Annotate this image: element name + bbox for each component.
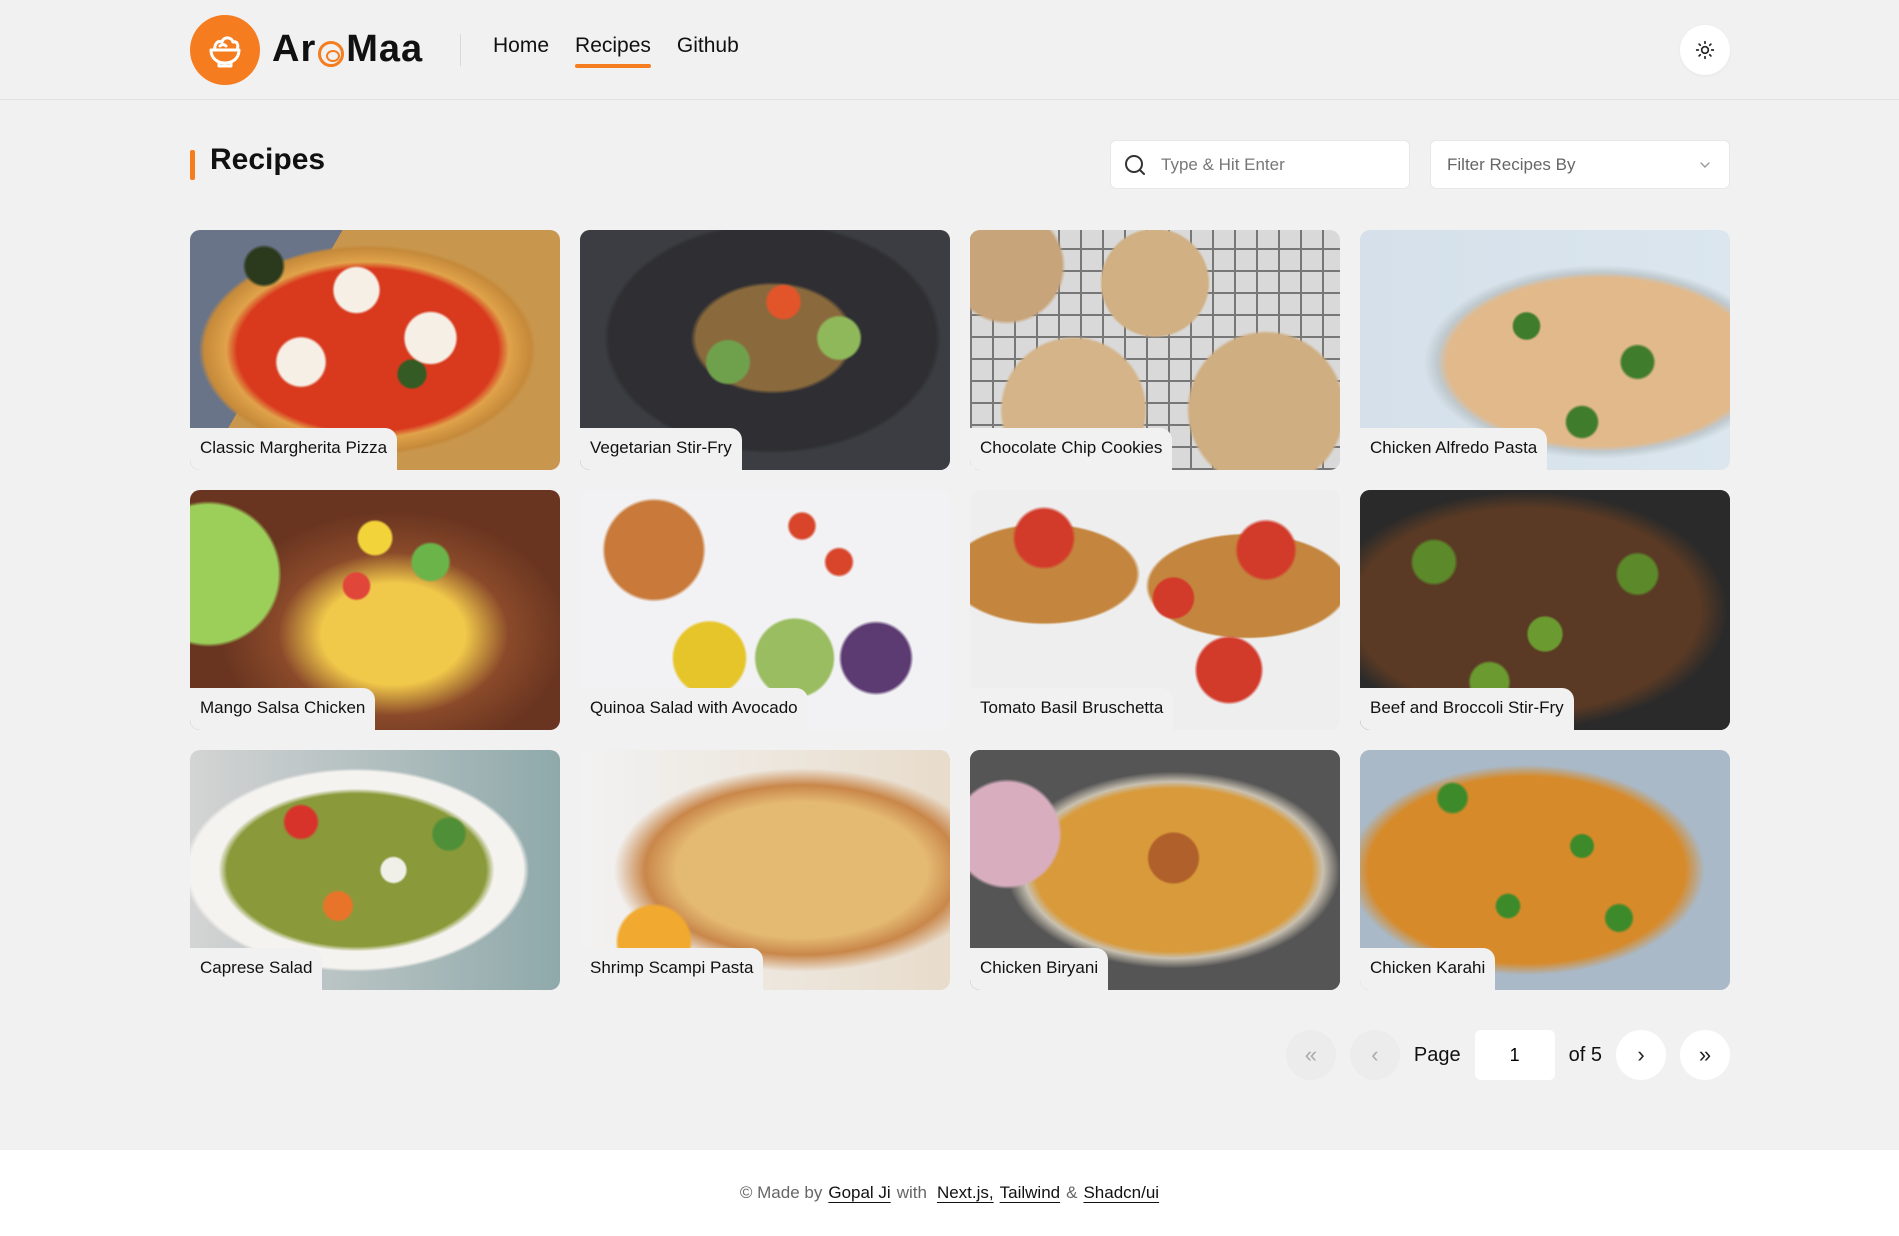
recipe-card[interactable]: Quinoa Salad with Avocado bbox=[580, 490, 950, 730]
brand-name-prefix: Ar bbox=[272, 27, 317, 70]
recipe-title: Chicken Alfredo Pasta bbox=[1360, 428, 1548, 470]
brand-name-suffix: Maa bbox=[346, 27, 424, 70]
tailwind-link[interactable]: Tailwind bbox=[1000, 1183, 1060, 1203]
filter-select[interactable]: Filter Recipes By bbox=[1430, 140, 1730, 189]
recipe-card[interactable]: Vegetarian Stir-Fry bbox=[580, 230, 950, 470]
chevron-right-icon: › bbox=[1637, 1042, 1645, 1067]
double-chevron-left-icon: « bbox=[1304, 1042, 1318, 1067]
recipe-card[interactable]: Caprese Salad bbox=[190, 750, 560, 990]
total-pages-label: of 5 bbox=[1568, 1043, 1602, 1066]
site-header: Ar Maa Home Recipes Github bbox=[0, 0, 1899, 100]
salad-bowl-icon bbox=[209, 36, 241, 68]
theme-toggle-button[interactable] bbox=[1680, 25, 1730, 75]
logo-badge[interactable] bbox=[190, 15, 260, 85]
nextjs-link[interactable]: Next.js, bbox=[937, 1183, 994, 1203]
nav-recipes[interactable]: Recipes bbox=[575, 34, 651, 68]
pagination: « ‹ Page of 5 › » bbox=[1285, 1030, 1730, 1080]
search-icon bbox=[1123, 153, 1147, 177]
brand-o-icon bbox=[318, 41, 345, 67]
recipe-title: Caprese Salad bbox=[190, 948, 323, 990]
nav-divider bbox=[460, 34, 461, 66]
main-nav: Home Recipes Github bbox=[493, 34, 739, 68]
recipe-title: Chicken Biryani bbox=[970, 948, 1109, 990]
title-accent-bar bbox=[190, 150, 195, 180]
recipe-title: Vegetarian Stir-Fry bbox=[580, 428, 742, 470]
recipe-grid: Classic Margherita Pizza Vegetarian Stir… bbox=[190, 230, 1730, 990]
recipe-title: Shrimp Scampi Pasta bbox=[580, 948, 764, 990]
nav-github[interactable]: Github bbox=[677, 34, 739, 64]
recipe-card[interactable]: Chocolate Chip Cookies bbox=[970, 230, 1340, 470]
shadcn-link[interactable]: Shadcn/ui bbox=[1083, 1183, 1159, 1203]
filter-placeholder: Filter Recipes By bbox=[1447, 154, 1576, 174]
recipe-title: Tomato Basil Bruschetta bbox=[970, 688, 1174, 730]
first-page-button[interactable]: « bbox=[1285, 1030, 1336, 1080]
page-label: Page bbox=[1413, 1043, 1461, 1066]
recipe-card[interactable]: Tomato Basil Bruschetta bbox=[970, 490, 1340, 730]
recipe-card[interactable]: Chicken Biryani bbox=[970, 750, 1340, 990]
last-page-button[interactable]: » bbox=[1680, 1030, 1730, 1080]
recipe-title: Classic Margherita Pizza bbox=[190, 428, 398, 470]
recipe-title: Chocolate Chip Cookies bbox=[970, 428, 1173, 470]
footer-with: with bbox=[896, 1183, 927, 1202]
recipe-title: Beef and Broccoli Stir-Fry bbox=[1360, 688, 1574, 730]
author-link[interactable]: Gopal Ji bbox=[828, 1183, 890, 1203]
recipe-card[interactable]: Chicken Alfredo Pasta bbox=[1360, 230, 1730, 470]
nav-home[interactable]: Home bbox=[493, 34, 549, 64]
search-field[interactable] bbox=[1110, 140, 1410, 189]
page-number-input[interactable] bbox=[1474, 1030, 1555, 1080]
recipe-card[interactable]: Classic Margherita Pizza bbox=[190, 230, 560, 470]
chevron-left-icon: ‹ bbox=[1371, 1042, 1379, 1067]
recipe-title: Quinoa Salad with Avocado bbox=[580, 688, 808, 730]
page-title: Recipes bbox=[210, 143, 326, 176]
recipe-title: Chicken Karahi bbox=[1360, 948, 1496, 990]
recipe-card[interactable]: Mango Salsa Chicken bbox=[190, 490, 560, 730]
footer-prefix: © Made by bbox=[739, 1183, 823, 1202]
sun-icon bbox=[1695, 40, 1715, 60]
recipe-card[interactable]: Shrimp Scampi Pasta bbox=[580, 750, 950, 990]
recipe-card[interactable]: Beef and Broccoli Stir-Fry bbox=[1360, 490, 1730, 730]
recipe-card[interactable]: Chicken Karahi bbox=[1360, 750, 1730, 990]
site-footer: © Made by Gopal Ji with Next.js, Tailwin… bbox=[0, 1150, 1899, 1236]
brand-name[interactable]: Ar Maa bbox=[272, 24, 423, 74]
recipe-title: Mango Salsa Chicken bbox=[190, 688, 376, 730]
double-chevron-right-icon: » bbox=[1698, 1042, 1712, 1067]
footer-amp: & bbox=[1066, 1183, 1078, 1202]
chevron-down-icon bbox=[1700, 161, 1710, 168]
search-input[interactable] bbox=[1161, 154, 1391, 175]
next-page-button[interactable]: › bbox=[1616, 1030, 1666, 1080]
prev-page-button[interactable]: ‹ bbox=[1349, 1030, 1400, 1080]
